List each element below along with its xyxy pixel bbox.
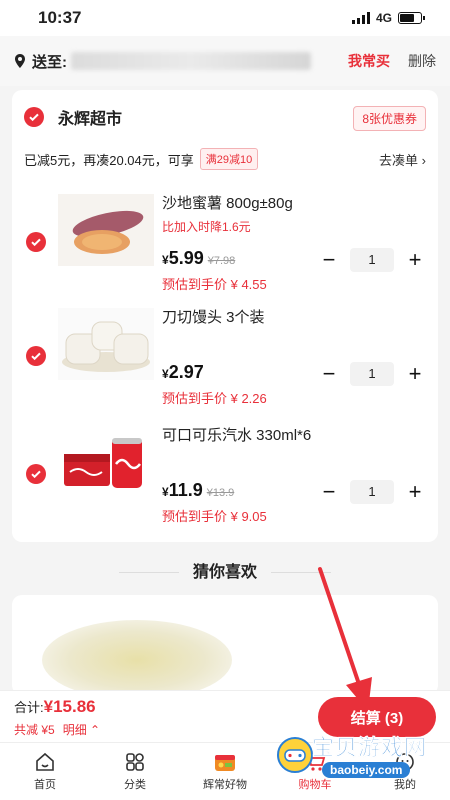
cart-item: 可口可乐汽水 330ml*6 ¥11.9 ¥13.9 预估到手价 ¥ 9.05 …: [12, 422, 438, 538]
sweet-potato-image[interactable]: [58, 194, 154, 266]
checkout-button[interactable]: 结算 (3): [318, 697, 436, 737]
item-title[interactable]: 可口可乐汽水 330ml*6: [162, 424, 311, 445]
tab-profile[interactable]: 我的: [360, 743, 450, 800]
recommend-card[interactable]: [12, 595, 438, 695]
check-icon: [31, 238, 41, 247]
estimated-price: 预估到手价 ¥ 2.26: [162, 391, 267, 406]
price-row: ¥5.99 ¥7.98: [162, 248, 235, 269]
network-type: 4G: [375, 11, 392, 25]
decrease-button[interactable]: −: [318, 481, 340, 503]
coca-cola-image[interactable]: [58, 426, 154, 498]
home-icon: [36, 752, 54, 771]
detail-button[interactable]: 明细 ⌃: [63, 721, 100, 738]
recommend-product-image[interactable]: [42, 620, 232, 695]
increase-button[interactable]: +: [404, 249, 426, 271]
tab-goods[interactable]: 辉常好物: [180, 743, 270, 800]
check-icon: [31, 352, 41, 361]
coupon-badge[interactable]: 8张优惠券: [353, 106, 426, 131]
check-icon: [29, 113, 39, 122]
battery-icon: [398, 12, 425, 24]
original-price: ¥7.98: [207, 255, 236, 267]
tab-cart[interactable]: 购物车: [270, 743, 360, 800]
often-buy-button[interactable]: 我常买: [348, 51, 390, 71]
chevron-up-icon: ⌃: [90, 723, 101, 737]
item-price: ¥11.9: [162, 480, 203, 500]
saved-row: 共减 ¥5 明细 ⌃: [14, 721, 100, 738]
quantity-input[interactable]: 1: [350, 362, 394, 386]
decrease-button[interactable]: −: [318, 363, 340, 385]
store-select-checkbox[interactable]: [24, 107, 44, 127]
store-row: 永辉超市 8张优惠券: [24, 104, 426, 131]
quantity-stepper: − 1 +: [318, 248, 426, 272]
item-select-checkbox[interactable]: [26, 464, 46, 484]
promo-text: 已减5元，再凑20.04元，可享: [24, 152, 194, 168]
decrease-button[interactable]: −: [318, 249, 340, 271]
goods-icon: [215, 755, 235, 771]
recommend-heading: 猜你喜欢: [0, 558, 450, 582]
item-title[interactable]: 沙地蜜薯 800g±80g: [162, 192, 293, 213]
tab-home[interactable]: 首页: [0, 743, 90, 800]
original-price: ¥13.9: [206, 487, 235, 499]
quantity-input[interactable]: 1: [350, 248, 394, 272]
store-cart-card: 永辉超市 8张优惠券 已减5元，再凑20.04元，可享 满29减10 去凑单 ›…: [12, 90, 438, 542]
add-more-link[interactable]: 去凑单 ›: [379, 150, 426, 169]
cart-item: 刀切馒头 3个装 ¥2.97 预估到手价 ¥ 2.26 − 1 +: [12, 304, 438, 420]
saved-amount: 共减 ¥5: [14, 723, 55, 737]
quantity-stepper: − 1 +: [318, 480, 426, 504]
cart-header: 送至: 我常买 删除: [0, 36, 450, 86]
status-bar: 10:37 4G: [0, 0, 450, 36]
address-blurred[interactable]: [71, 52, 311, 70]
price-row: ¥2.97: [162, 362, 204, 383]
promo-row: 已减5元，再凑20.04元，可享 满29减10 去凑单 ›: [24, 148, 426, 170]
checkout-bar: 合计:¥15.86 共减 ¥5 明细 ⌃ 结算 (3): [0, 690, 450, 742]
signal-icon: [351, 12, 370, 24]
cart-item: 沙地蜜薯 800g±80g 比加入时降1.6元 ¥5.99 ¥7.98 预估到手…: [12, 190, 438, 306]
steamed-bun-image[interactable]: [58, 308, 154, 380]
quantity-stepper: − 1 +: [318, 362, 426, 386]
estimated-price: 预估到手价 ¥ 4.55: [162, 277, 267, 292]
item-title[interactable]: 刀切馒头 3个装: [162, 306, 265, 327]
ship-to-label: 送至:: [32, 53, 67, 71]
location-pin-icon: [15, 54, 25, 68]
price-row: ¥11.9 ¥13.9: [162, 480, 234, 501]
item-price: ¥5.99: [162, 248, 204, 268]
bottom-tab-bar: 首页 分类 辉常好物 购物车 我的: [0, 742, 450, 800]
check-icon: [31, 470, 41, 479]
item-price: ¥2.97: [162, 362, 204, 382]
profile-icon: [396, 753, 414, 771]
quantity-input[interactable]: 1: [350, 480, 394, 504]
tab-category[interactable]: 分类: [90, 743, 180, 800]
delete-button[interactable]: 删除: [408, 51, 436, 71]
status-indicators: 4G: [351, 11, 425, 25]
status-time: 10:37: [38, 8, 82, 27]
store-name[interactable]: 永辉超市: [58, 105, 122, 129]
promo-tag: 满29减10: [199, 148, 259, 170]
total-row: 合计:¥15.86: [14, 697, 96, 717]
category-icon: [126, 753, 144, 771]
estimated-price: 预估到手价 ¥ 9.05: [162, 509, 267, 524]
price-drop-note: 比加入时降1.6元: [162, 220, 251, 234]
total-label: 合计:: [14, 700, 44, 715]
increase-button[interactable]: +: [404, 481, 426, 503]
item-select-checkbox[interactable]: [26, 232, 46, 252]
total-amount: ¥15.86: [43, 697, 96, 716]
item-select-checkbox[interactable]: [26, 346, 46, 366]
increase-button[interactable]: +: [404, 363, 426, 385]
cart-icon: [306, 754, 326, 771]
